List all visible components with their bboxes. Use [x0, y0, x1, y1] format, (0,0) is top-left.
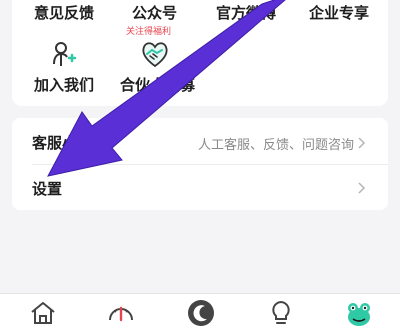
moon-icon[interactable] [186, 298, 216, 328]
bulb-icon[interactable] [266, 298, 296, 328]
bottom-tab-bar [0, 293, 400, 332]
customer-service-detail: 人工客服、反馈、问题咨询 [197, 138, 354, 153]
home-icon[interactable] [28, 298, 58, 328]
enterprise-label[interactable]: 企业专享 [309, 2, 369, 23]
partner-label[interactable]: 合伙人招募 [120, 74, 195, 95]
frog-avatar-icon[interactable] [344, 298, 374, 328]
feedback-label[interactable]: 意见反馈 [34, 2, 94, 23]
customer-service-title[interactable]: 客服小助手 [32, 132, 107, 153]
weibo-label[interactable]: 官方微博 [216, 2, 276, 23]
settings-list-card: 客服小助手 人工客服、反馈、问题咨询 设置 [12, 118, 388, 210]
official-account-subtitle: 关注得福利 [126, 27, 172, 37]
join-us-label[interactable]: 加入我们 [34, 74, 94, 95]
chevron-right-icon [358, 137, 366, 149]
settings-title[interactable]: 设置 [32, 178, 62, 199]
features-card: 意见反馈 公众号 关注得福利 官方微博 企业专享 加入我们 合伙人招募 [12, 0, 388, 106]
list-divider [32, 164, 388, 165]
official-account-label[interactable]: 公众号 [132, 2, 177, 23]
handshake-heart-icon[interactable] [140, 40, 170, 68]
join-us-icon[interactable] [50, 40, 78, 68]
gauge-icon[interactable] [106, 298, 136, 328]
chevron-right-icon [358, 182, 366, 194]
